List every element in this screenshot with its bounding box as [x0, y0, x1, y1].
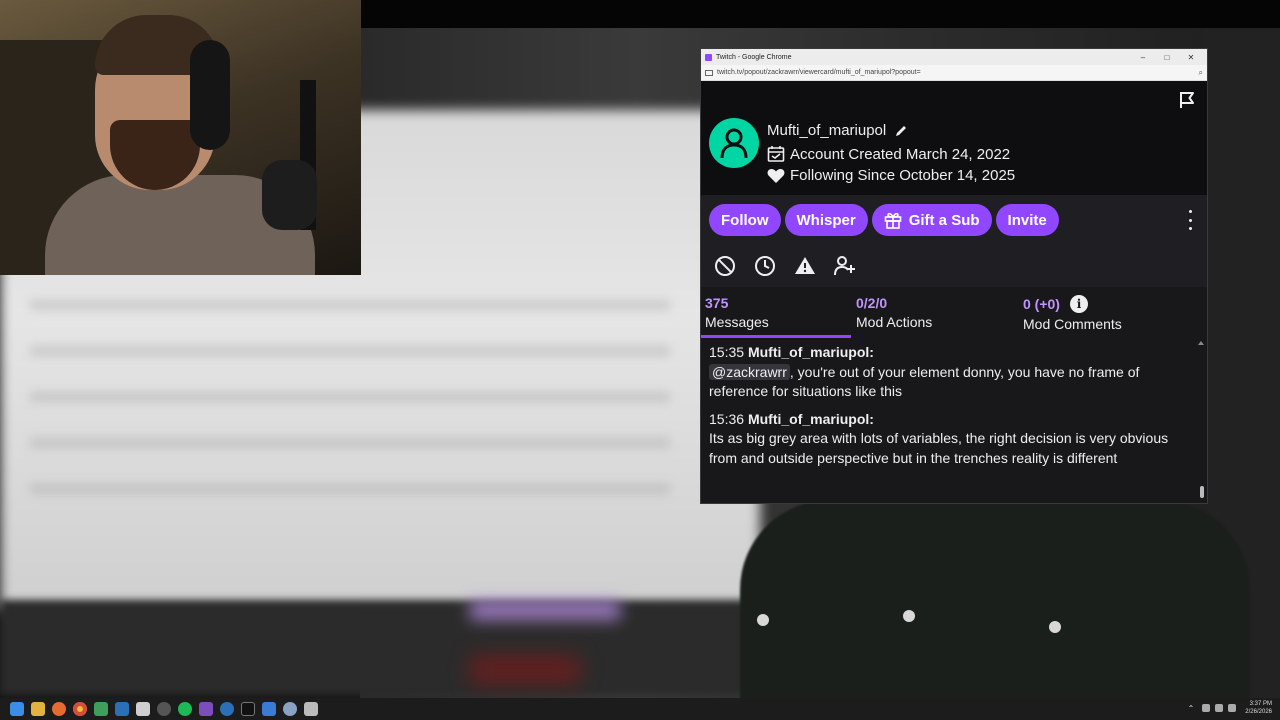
mod-actions-label: Mod Actions	[856, 314, 933, 330]
shirt-button	[757, 614, 769, 626]
twitch-icon	[705, 53, 712, 61]
system-tray: ⌃ 3:37 PM 2/26/2026	[1188, 700, 1272, 716]
app-icon[interactable]	[304, 702, 318, 716]
message-timestamp: 15:36	[709, 410, 745, 427]
mod-comments-count: 0 (+0)	[1023, 296, 1060, 312]
zoom-icon[interactable]: ⌕	[1199, 68, 1203, 78]
add-mod-icon[interactable]	[833, 254, 857, 278]
shirt-button	[1049, 621, 1061, 633]
scrollbar-thumb[interactable]	[1200, 486, 1204, 498]
volume-icon[interactable]	[1215, 704, 1224, 712]
gift-icon	[884, 212, 901, 229]
account-created-text: Account Created March 24, 2022	[790, 145, 1011, 163]
notepad-icon[interactable]	[94, 702, 108, 716]
tab-messages[interactable]: 375 Messages	[705, 295, 769, 330]
background-top	[360, 0, 1280, 30]
webcam-microphone	[262, 160, 317, 230]
tab-mod-comments[interactable]: 0 (+0) i Mod Comments	[1023, 295, 1122, 332]
maximize-button[interactable]: □	[1155, 53, 1179, 62]
message-author[interactable]: Mufti_of_mariupol	[748, 411, 869, 427]
calendar-icon	[767, 146, 785, 162]
spotify-icon[interactable]	[178, 702, 192, 716]
active-tab-indicator	[701, 335, 851, 338]
viewer-card-tabs: 375 Messages 0/2/0 Mod Actions 0 (+0) i …	[701, 287, 1207, 339]
obs-icon[interactable]	[157, 702, 171, 716]
minimize-button[interactable]: –	[1131, 53, 1155, 62]
network-icon[interactable]	[1202, 704, 1211, 712]
mod-comments-label: Mod Comments	[1023, 316, 1122, 332]
terminal-icon[interactable]	[241, 702, 255, 716]
shirt-button	[903, 610, 915, 622]
display-icon[interactable]	[1228, 704, 1237, 712]
firefox-icon[interactable]	[52, 702, 66, 716]
gift-sub-label: Gift a Sub	[908, 211, 980, 229]
background-desk	[0, 600, 760, 695]
more-options-icon[interactable]	[1187, 210, 1193, 230]
message-mention[interactable]: @zackrawrr	[709, 363, 790, 380]
window-titlebar[interactable]: Twitch - Google Chrome – □ ✕	[701, 49, 1207, 65]
messages-count: 375	[705, 295, 729, 311]
message-text: Its as big grey area with lots of variab…	[709, 430, 1169, 466]
heart-icon	[767, 168, 785, 183]
steam-icon[interactable]	[262, 702, 276, 716]
tab-mod-actions[interactable]: 0/2/0 Mod Actions	[856, 295, 932, 330]
window-title: Twitch - Google Chrome	[716, 53, 792, 61]
background-blurred-text	[30, 300, 670, 520]
pencil-icon[interactable]	[894, 124, 908, 138]
ban-icon[interactable]	[713, 254, 737, 278]
file-explorer-icon[interactable]	[31, 702, 45, 716]
screen: Twitch - Google Chrome – □ ✕ twitch.tv/p…	[0, 0, 1280, 720]
clock[interactable]: 3:37 PM 2/26/2026	[1245, 700, 1272, 716]
chat-message: 15:36 Mufti_of_mariupol: Its as big grey…	[709, 410, 1169, 466]
avatar[interactable]	[709, 118, 759, 168]
message-author[interactable]: Mufti_of_mariupol	[748, 344, 869, 360]
message-history[interactable]: 15:35 Mufti_of_mariupol: @zackrawrr, you…	[701, 339, 1207, 503]
webcam-headset	[190, 40, 230, 150]
chat-message: 15:35 Mufti_of_mariupol: @zackrawrr, you…	[709, 344, 1140, 399]
timeout-icon[interactable]	[753, 254, 777, 278]
chrome-icon[interactable]	[73, 702, 87, 716]
follow-button[interactable]: Follow	[709, 204, 781, 236]
scroll-up-arrow[interactable]	[1198, 341, 1204, 345]
invite-button[interactable]: Invite	[995, 204, 1059, 236]
taskbar: ⌃ 3:37 PM 2/26/2026	[0, 698, 1280, 720]
twitch-app-icon[interactable]	[199, 702, 213, 716]
chevron-up-icon[interactable]: ⌃	[1188, 704, 1195, 713]
close-button[interactable]: ✕	[1179, 53, 1203, 62]
info-icon[interactable]: i	[1069, 295, 1088, 313]
clock-time: 3:37 PM	[1249, 701, 1272, 707]
app-icon[interactable]	[136, 702, 150, 716]
settings-icon[interactable]	[283, 702, 297, 716]
messages-label: Messages	[705, 314, 769, 330]
report-flag-icon[interactable]	[1177, 90, 1197, 110]
following-since-text: Following Since October 14, 2025	[790, 167, 1016, 184]
mod-actions-count: 0/2/0	[856, 295, 888, 311]
background-person-shirt	[740, 500, 1250, 700]
webcam-feed	[0, 0, 361, 275]
mod-tools-bar	[701, 245, 1207, 287]
gift-sub-button[interactable]: Gift a Sub	[871, 204, 992, 236]
address-bar[interactable]: twitch.tv/popout/zackrawrr/viewercard/mu…	[701, 65, 1207, 81]
clock-date: 2/26/2026	[1245, 709, 1272, 715]
viewer-card-window: Twitch - Google Chrome – □ ✕ twitch.tv/p…	[700, 48, 1208, 504]
url-text[interactable]: twitch.tv/popout/zackrawrr/viewercard/mu…	[717, 69, 1199, 76]
background-light	[470, 600, 620, 620]
background-red-object	[470, 655, 580, 685]
viewer-card-header: Mufti_of_mariupol Account Created March …	[701, 81, 1207, 195]
user-silhouette-icon	[720, 128, 748, 159]
username[interactable]: Mufti_of_mariupol	[767, 122, 886, 139]
warn-icon[interactable]	[793, 254, 817, 278]
whisper-button[interactable]: Whisper	[784, 204, 868, 236]
site-info-icon[interactable]	[705, 69, 713, 76]
action-bar: Follow Whisper Gift a Sub Invite	[701, 195, 1207, 245]
message-timestamp: 15:35	[709, 344, 745, 360]
app-icon[interactable]	[220, 702, 234, 716]
steam-icon[interactable]	[115, 702, 129, 716]
start-menu-icon[interactable]	[10, 702, 24, 716]
